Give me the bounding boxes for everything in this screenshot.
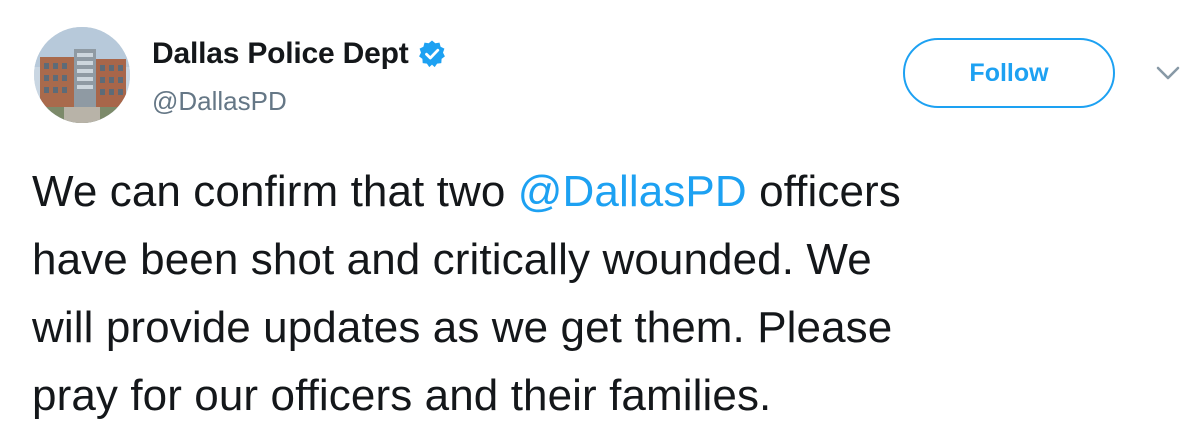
author-name-row: Dallas Police Dept	[152, 34, 447, 74]
handle[interactable]: @DallasPD	[152, 86, 287, 117]
tweet-line: We can confirm that two @DallasPD office…	[32, 158, 1182, 226]
mention-link[interactable]: @DallasPD	[518, 167, 747, 216]
tweet-line: pray for our officers and their families…	[32, 371, 772, 420]
tweet-line: have been shot and critically wounded. W…	[32, 235, 872, 284]
tweet-card: Dallas Police Dept @DallasPD Follow We c…	[0, 0, 1200, 437]
verified-badge-icon	[417, 39, 447, 69]
tweet-text-segment: We can confirm that two	[32, 167, 518, 216]
avatar[interactable]	[34, 27, 130, 123]
tweet-line: will provide updates as we get them. Ple…	[32, 303, 893, 352]
tweet-text-segment: officers	[746, 167, 901, 216]
chevron-down-icon[interactable]	[1155, 64, 1181, 82]
police-building-avatar	[34, 27, 130, 123]
follow-button[interactable]: Follow	[903, 38, 1115, 108]
tweet-text: We can confirm that two @DallasPD office…	[32, 158, 1182, 430]
display-name[interactable]: Dallas Police Dept	[152, 37, 409, 71]
